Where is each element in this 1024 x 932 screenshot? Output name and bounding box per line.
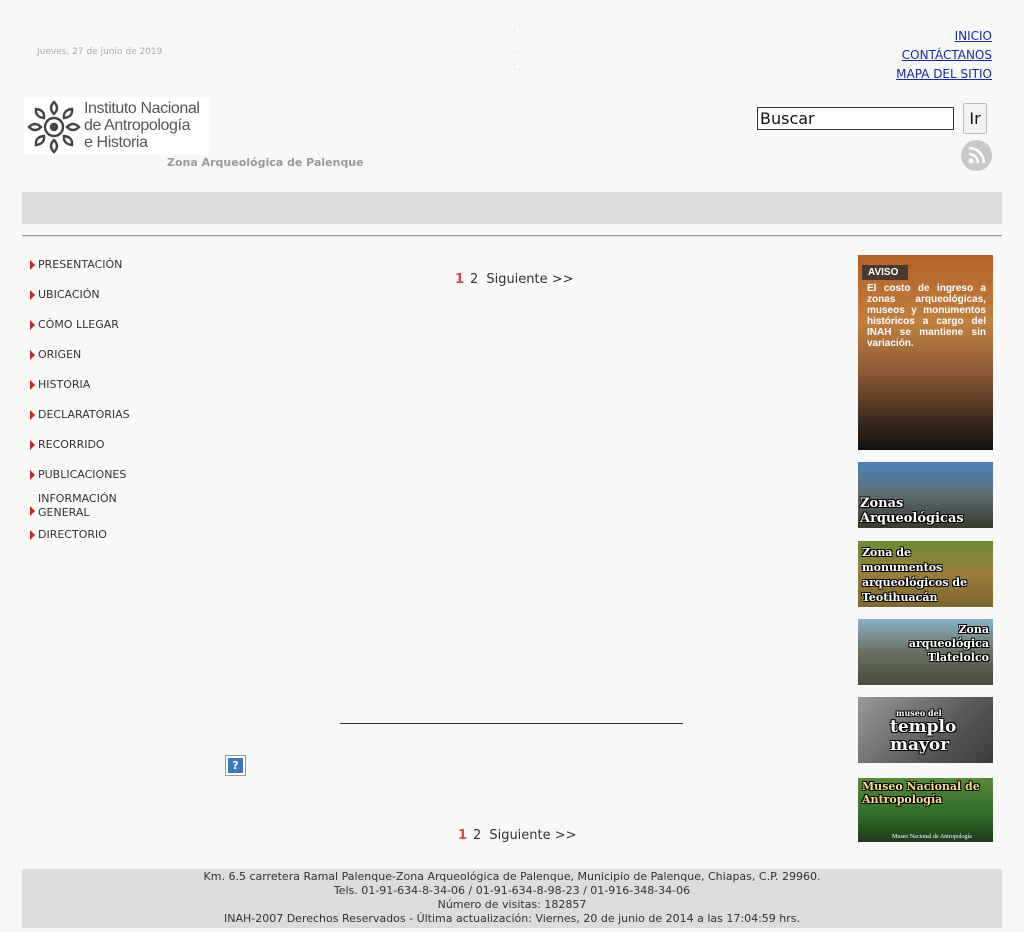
banner-templo-mayor[interactable]: museo del templo mayor xyxy=(858,697,993,763)
footer-address: Km. 6.5 carretera Ramal Palenque-Zona Ar… xyxy=(203,870,821,883)
banner-teotihuacan-text: Zona de monumentos arqueológicos de Teot… xyxy=(862,546,968,604)
arrow-right-icon xyxy=(30,350,35,360)
aviso-text: El costo de ingreso a zonas arqueológica… xyxy=(867,283,986,349)
footer: Km. 6.5 carretera Ramal Palenque-Zona Ar… xyxy=(22,869,1002,928)
sidebar-item-presentacion[interactable]: PRESENTACIÓN xyxy=(28,256,188,286)
question-glyph: ? xyxy=(228,758,243,773)
banner-zonas-text: Zonas Arqueológicas xyxy=(860,496,964,526)
pager-bottom: 1 2 Siguiente >> xyxy=(458,828,577,843)
site-subtitle: Zona Arqueológica de Palenque xyxy=(167,156,364,169)
sidebar-item-como-llegar[interactable]: CÓMO LLEGAR xyxy=(28,316,188,346)
arrow-right-icon xyxy=(30,440,35,450)
link-contactanos[interactable]: CONTÁCTANOS xyxy=(896,46,992,65)
search-button[interactable]: Ir xyxy=(963,103,987,134)
sidebar-item-label: HISTORIA xyxy=(38,378,91,391)
logo-line-1: Instituto Nacional xyxy=(84,100,200,117)
menu-band xyxy=(22,192,1002,224)
date-label: Jueves, 27 de junio de 2019 xyxy=(37,47,163,57)
dot-bullet xyxy=(515,46,520,51)
banner-aviso[interactable]: AVISO El costo de ingreso a zonas arqueo… xyxy=(858,255,993,450)
arrow-right-icon xyxy=(30,530,35,540)
banner-zonas-arqueologicas[interactable]: Zonas Arqueológicas xyxy=(858,462,993,528)
sidebar-item-origen[interactable]: ORIGEN xyxy=(28,346,188,376)
content-rule xyxy=(340,723,683,724)
arrow-right-icon xyxy=(30,260,35,270)
footer-copyright: INAH-2007 Derechos Reservados - Última a… xyxy=(223,912,800,925)
sidebar-item-label: PRESENTACIÓN xyxy=(38,258,123,271)
pager-next[interactable]: Siguiente >> xyxy=(486,272,573,287)
pager-current: 1 xyxy=(455,272,465,287)
sidebar-item-informacion-general[interactable]: INFORMACIÓN GENERAL xyxy=(28,492,188,526)
sidebar-item-ubicacion[interactable]: UBICACIÓN xyxy=(28,286,188,316)
arrow-right-icon xyxy=(30,380,35,390)
logo-line-2: de Antropología xyxy=(84,117,191,134)
logo-line-3: e Historia xyxy=(84,134,148,151)
pager-current: 1 xyxy=(458,828,468,843)
dot-bullet xyxy=(515,64,520,69)
search-input[interactable]: Buscar xyxy=(757,107,954,130)
sidebar-item-label: DIRECTORIO xyxy=(38,528,107,541)
arrow-right-icon xyxy=(30,410,35,420)
banner-tlatelolco[interactable]: Zona arqueológica Tlatelolco xyxy=(858,619,993,685)
inah-emblem-icon xyxy=(27,100,81,154)
link-mapa-del-sitio[interactable]: MAPA DEL SITIO xyxy=(896,65,992,84)
banner-mna-small: Museo Nacional de Antropología xyxy=(892,834,972,840)
rss-icon[interactable] xyxy=(961,140,992,171)
sidebar-item-label: CÓMO LLEGAR xyxy=(38,318,119,331)
dot-bullet xyxy=(515,28,520,33)
sidebar-item-label: PUBLICACIONES xyxy=(38,468,127,481)
question-icon[interactable]: ? xyxy=(225,755,246,776)
sidebar-item-label: INFORMACIÓN GENERAL xyxy=(38,492,117,519)
sidebar-item-directorio[interactable]: DIRECTORIO xyxy=(28,526,188,556)
sidebar-item-label: ORIGEN xyxy=(38,348,82,361)
footer-phones: Tels. 01-91-634-8-34-06 / 01-91-634-8-98… xyxy=(333,884,691,897)
sidebar-item-label: UBICACIÓN xyxy=(38,288,100,301)
sidebar-item-recorrido[interactable]: RECORRIDO xyxy=(28,436,188,466)
banner-museo-antropologia[interactable]: Museo Nacional de Antropología Museo Nac… xyxy=(858,778,993,842)
banner-mna-text: Museo Nacional de Antropología xyxy=(862,780,980,806)
inah-logo[interactable]: Instituto Nacional de Antropología e His… xyxy=(24,97,210,155)
footer-visits: Número de visitas: 182857 xyxy=(437,898,587,911)
aviso-tag: AVISO xyxy=(862,265,909,280)
link-inicio[interactable]: INICIO xyxy=(896,27,992,46)
pager-top: 1 2 Siguiente >> xyxy=(455,272,574,287)
arrow-right-icon xyxy=(30,320,35,330)
divider xyxy=(22,235,1002,237)
top-dots xyxy=(515,28,525,82)
arrow-right-icon xyxy=(30,290,35,300)
arrow-right-icon xyxy=(30,506,35,516)
sidebar-menu: PRESENTACIÓN UBICACIÓN CÓMO LLEGAR ORIGE… xyxy=(28,256,188,556)
pager-page-2[interactable]: 2 xyxy=(470,272,478,287)
sidebar-item-label: DECLARATORIAS xyxy=(38,408,130,421)
banner-teotihuacan[interactable]: Zona de monumentos arqueológicos de Teot… xyxy=(858,541,993,607)
pager-next[interactable]: Siguiente >> xyxy=(489,828,576,843)
banner-templo-text: museo del templo mayor xyxy=(890,709,990,755)
sidebar-item-label: RECORRIDO xyxy=(38,438,105,451)
top-nav: INICIO CONTÁCTANOS MAPA DEL SITIO xyxy=(896,27,992,84)
rss-glyph-icon xyxy=(968,146,986,164)
banner-templo-main: templo mayor xyxy=(890,717,957,755)
arrow-right-icon xyxy=(30,470,35,480)
banner-tlatelolco-text: Zona arqueológica Tlatelolco xyxy=(908,623,989,664)
sidebar-item-declaratorias[interactable]: DECLARATORIAS xyxy=(28,406,188,436)
sidebar-item-historia[interactable]: HISTORIA xyxy=(28,376,188,406)
pager-page-2[interactable]: 2 xyxy=(473,828,481,843)
